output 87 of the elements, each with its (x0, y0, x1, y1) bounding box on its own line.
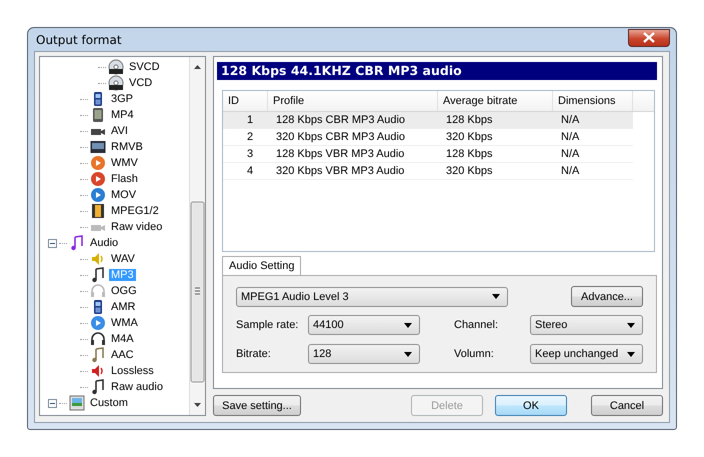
table-cell-text: N/A (560, 165, 580, 177)
dropdown-arrow-icon (404, 322, 412, 328)
column-header[interactable]: Profile (268, 91, 438, 111)
close-button[interactable] (628, 28, 670, 46)
tree-item[interactable]: WAV (109, 253, 137, 265)
tree-item[interactable]: M4A (109, 333, 136, 345)
setting-dropdown[interactable]: Stereo (530, 315, 643, 335)
table-cell-text: N/A (560, 114, 580, 126)
tree-item[interactable]: AVI (109, 125, 130, 137)
headphones-icon (90, 331, 106, 347)
tree-item[interactable]: RMVB (109, 141, 145, 153)
window-title: Output format (35, 32, 122, 46)
dialog-button[interactable]: OK (495, 395, 567, 416)
collapse-toggle[interactable] (48, 398, 57, 408)
music-note-icon (69, 235, 85, 251)
table-cell-text: 320 Kbps CBR MP3 Audio (275, 131, 406, 143)
screen-icon (90, 139, 106, 155)
column-header[interactable]: ID (223, 91, 268, 111)
table-cell-text: 128 Kbps VBR MP3 Audio (275, 148, 406, 160)
tree-item[interactable]: Raw audio (109, 381, 165, 393)
table-cell-text: 320 Kbps VBR MP3 Audio (275, 165, 406, 177)
table-cell-text: 1 (246, 114, 254, 126)
collapse-toggle[interactable] (48, 238, 57, 248)
table-row[interactable]: 2 320 Kbps CBR MP3 Audio 320 Kbps N/A (223, 129, 633, 146)
dialog-button[interactable]: Save setting... (213, 395, 301, 416)
tree-item[interactable]: VCD (127, 77, 154, 89)
tree-item[interactable]: 3GP (109, 93, 136, 105)
film-icon (90, 203, 106, 219)
table-row[interactable]: 1 128 Kbps CBR MP3 Audio 128 Kbps N/A (223, 112, 633, 129)
dropdown-arrow-icon (404, 352, 412, 356)
table-cell-text: 2 (246, 131, 254, 143)
tree-item[interactable]: Custom (88, 397, 130, 409)
scrollbar[interactable] (189, 57, 205, 415)
field-label: Bitrate: (236, 348, 272, 360)
dialog-button[interactable]: Cancel (591, 395, 663, 416)
dropdown-arrow-icon (627, 322, 635, 328)
table-cell-text: 128 Kbps (445, 114, 494, 126)
tree-item[interactable]: Audio (88, 237, 120, 249)
table-cell-text: 128 Kbps (445, 148, 494, 160)
field-label: Channel: (453, 319, 500, 331)
tree-item[interactable]: Lossless (109, 365, 156, 377)
music-note-icon (90, 347, 106, 363)
field-label: Sample rate: (236, 319, 300, 331)
table-row[interactable]: 3 128 Kbps VBR MP3 Audio 128 Kbps N/A (223, 146, 633, 163)
settings-tab[interactable]: Audio Setting (222, 256, 302, 275)
table-cell-text: 320 Kbps (445, 131, 494, 143)
round-icon (90, 155, 106, 171)
table-cell-text: 320 Kbps (445, 165, 494, 177)
tree-item[interactable]: Flash (109, 173, 140, 185)
column-header[interactable]: Average bitrate (438, 91, 553, 111)
field-label: Volumn: (453, 348, 495, 360)
table-cell-text: 4 (246, 165, 254, 177)
table-cell-text: 128 Kbps CBR MP3 Audio (275, 114, 406, 126)
tree-item[interactable]: Raw video (109, 221, 164, 233)
headphones-icon (90, 283, 106, 299)
dropdown-arrow-icon (627, 352, 635, 356)
tree-item[interactable]: WMV (109, 157, 140, 169)
tree-item[interactable]: AAC (109, 349, 136, 361)
tree-item[interactable]: MP4 (109, 109, 136, 121)
device-icon (90, 107, 106, 123)
picture-icon (69, 395, 85, 411)
codec-dropdown[interactable]: MPEG1 Audio Level 3 (236, 286, 508, 306)
round-icon (90, 187, 106, 203)
advance-button[interactable]: Advance... (571, 286, 643, 307)
setting-dropdown[interactable]: Keep unchanged (530, 344, 643, 364)
music-note-icon (90, 379, 106, 395)
table-cell-text: 3 (246, 148, 254, 160)
profile-title-bar: 128 Kbps 44.1KHZ CBR MP3 audio (217, 62, 657, 80)
disc-icon (108, 59, 124, 75)
music-note-icon (90, 267, 106, 283)
table-cell-text: N/A (560, 148, 580, 160)
dropdown-arrow-icon (492, 294, 500, 299)
tree-item[interactable]: WMA (109, 317, 140, 329)
table-cell-text: N/A (560, 131, 580, 143)
tree-item[interactable]: MPEG1/2 (109, 205, 161, 217)
tree-item[interactable]: MOV (109, 189, 138, 201)
close-icon (643, 32, 655, 43)
round-icon (90, 171, 106, 187)
tree-item[interactable]: SVCD (127, 61, 162, 73)
tree-item[interactable]: AMR (109, 301, 138, 313)
tree-item[interactable]: OGG (109, 285, 139, 297)
setting-dropdown[interactable]: 44100 (308, 315, 420, 335)
round-icon (90, 315, 106, 331)
column-header[interactable]: Dimensions (553, 91, 633, 111)
table-row[interactable]: 4 320 Kbps VBR MP3 Audio 320 Kbps N/A (223, 163, 633, 180)
setting-dropdown[interactable]: 128 (308, 344, 420, 364)
disc-icon (108, 75, 124, 91)
